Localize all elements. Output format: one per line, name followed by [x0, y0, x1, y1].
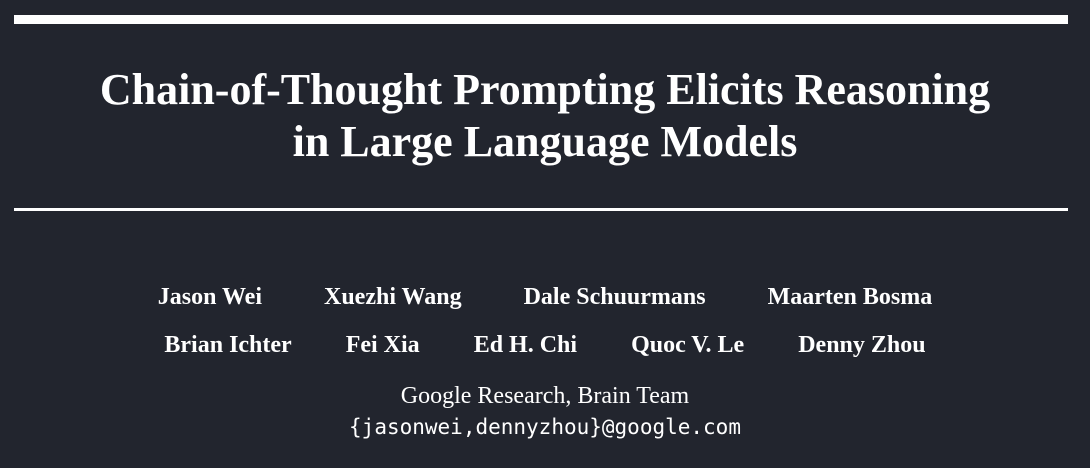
author-name: Ed H. Chi — [473, 332, 578, 358]
author-name: Fei Xia — [345, 332, 420, 358]
affiliation: Google Research, Brain Team — [400, 383, 690, 409]
author-name: Dale Schuurmans — [523, 284, 706, 310]
title-line-2: in Large Language Models — [292, 117, 798, 166]
contact-email: {jasonwei,dennyzhou}@google.com — [349, 415, 741, 439]
paper-title: Chain-of-Thought Prompting Elicits Reaso… — [0, 64, 1090, 168]
author-name: Denny Zhou — [798, 332, 926, 358]
author-name: Brian Ichter — [164, 332, 292, 358]
author-name: Quoc V. Le — [631, 332, 745, 358]
author-name: Maarten Bosma — [767, 284, 933, 310]
top-rule — [14, 15, 1068, 24]
bottom-rule — [14, 208, 1068, 211]
authors-row-1: Jason Wei Xuezhi Wang Dale Schuurmans Ma… — [0, 282, 1090, 312]
authors-row-2: Brian Ichter Fei Xia Ed H. Chi Quoc V. L… — [0, 330, 1090, 360]
title-line-1: Chain-of-Thought Prompting Elicits Reaso… — [99, 65, 991, 114]
author-name: Jason Wei — [157, 284, 262, 310]
author-name: Xuezhi Wang — [323, 284, 462, 310]
